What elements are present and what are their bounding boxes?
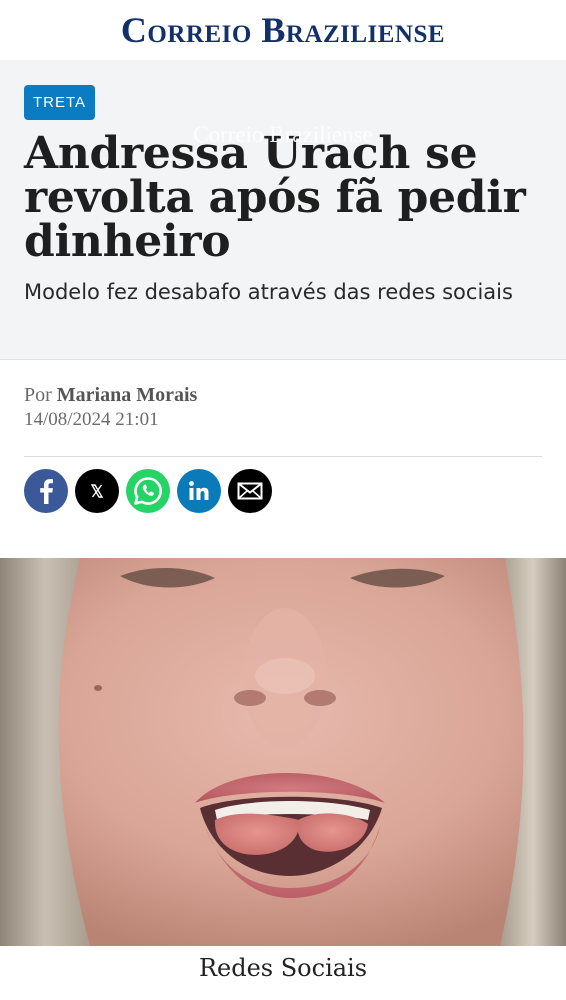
article-meta: Por Mariana Morais 14/08/2024 21:01 [0, 360, 566, 513]
share-linkedin-button[interactable] [177, 469, 221, 513]
byline-prefix: Por [24, 384, 52, 406]
share-bar [24, 457, 542, 513]
article-photo[interactable] [0, 558, 566, 946]
photo-caption: Redes Sociais [198, 954, 368, 982]
x-icon [90, 484, 104, 498]
share-facebook-button[interactable] [24, 469, 68, 513]
masthead: Correio Braziliense [0, 0, 566, 60]
linkedin-icon [189, 481, 209, 500]
author-name[interactable]: Mariana Morais [57, 384, 198, 406]
envelope-icon [237, 482, 263, 500]
share-whatsapp-button[interactable] [126, 469, 170, 513]
article-subheadline: Modelo fez desabafo através das redes so… [24, 280, 513, 304]
category-tag[interactable]: TRETA [24, 85, 96, 120]
share-x-button[interactable] [75, 469, 119, 513]
article-header: Correio Braziliense TRETA Andressa Urach… [0, 60, 566, 360]
publish-date: 14/08/2024 21:01 [24, 409, 159, 430]
byline: Por Mariana Morais [24, 383, 542, 408]
facebook-icon [40, 479, 53, 504]
whatsapp-icon [134, 477, 162, 505]
site-logo[interactable]: Correio Braziliense [121, 12, 445, 48]
article-headline: Andressa Urach se revolta após fã pedir … [24, 128, 526, 267]
ghost-site-title: Correio Braziliense [193, 122, 373, 147]
woman-face-photo [0, 558, 566, 946]
share-email-button[interactable] [228, 469, 272, 513]
